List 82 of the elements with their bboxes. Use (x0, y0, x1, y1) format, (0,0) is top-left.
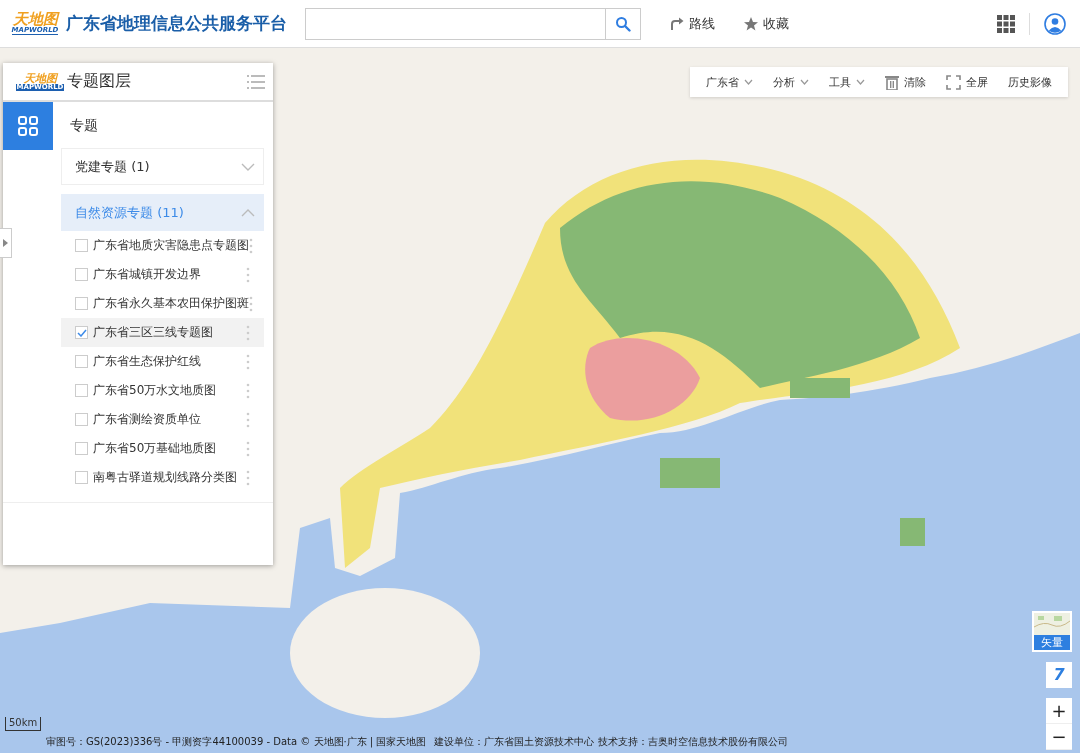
layer-item[interactable]: 广东省城镇开发边界 (61, 260, 264, 289)
basemap-label: 矢量 (1034, 635, 1070, 650)
favorites-link[interactable]: 收藏 (743, 14, 789, 33)
triangle-right-icon (3, 239, 8, 247)
fullscreen-icon (946, 74, 961, 90)
more-dots-icon (249, 295, 253, 312)
layer-item[interactable]: 广东省测绘资质单位 (61, 405, 264, 434)
site-title: 广东省地理信息公共服务平台 (66, 12, 287, 35)
layer-label: 广东省50万基础地质图 (93, 440, 218, 457)
apps-grid-button[interactable] (995, 12, 1017, 35)
more-dots-icon (246, 266, 250, 283)
more-dots-icon (246, 411, 250, 428)
attribution-text: 建设单位：广东省国土资源技术中心 技术支持：吉奥时空信息技术股份有限公司 (434, 735, 788, 749)
list-menu-button[interactable] (247, 74, 265, 89)
checkbox[interactable] (75, 268, 88, 281)
layer-item[interactable]: 广东省永久基本农田保护图斑 (61, 289, 264, 318)
more-dots-icon (246, 353, 250, 370)
dropdown-button[interactable]: 广东省 (696, 67, 763, 97)
theme-tab[interactable] (3, 102, 53, 150)
layer-item[interactable]: 广东省50万基础地质图 (61, 434, 264, 463)
user-icon (1044, 12, 1066, 35)
dropdown-button[interactable]: 分析 (763, 67, 819, 97)
layer-label: 广东省地质灾害隐患点专题图 (93, 237, 249, 254)
basemap-switcher[interactable]: 矢量 (1032, 611, 1072, 652)
star-icon (743, 15, 759, 32)
zoom-level-indicator: 7 (1046, 662, 1072, 688)
toolbar-button[interactable]: 清除 (875, 67, 936, 97)
layer-label: 广东省三区三线专题图 (93, 324, 214, 341)
layer-label: 广东省50万水文地质图 (93, 382, 218, 399)
category-label: 党建专题 (1) (75, 157, 150, 176)
category-label: 自然资源专题 (11) (75, 203, 184, 222)
layer-label: 广东省生态保护红线 (93, 353, 202, 370)
layer-item[interactable]: 广东省地质灾害隐患点专题图 (61, 231, 264, 260)
category-header[interactable]: 党建专题 (1) (61, 148, 264, 185)
route-arrow-icon (669, 15, 685, 32)
dropdown-button[interactable]: 工具 (819, 67, 875, 97)
layer-label: 广东省城镇开发边界 (93, 266, 202, 283)
more-dots-icon (246, 469, 250, 486)
toolbar-button[interactable]: 历史影像 (998, 67, 1062, 97)
checkbox[interactable] (75, 239, 88, 252)
layer-label: 南粤古驿道规划线路分类图 (93, 469, 238, 486)
grid-icon (997, 14, 1015, 33)
chevron-down-icon (744, 79, 753, 85)
collapse-handle[interactable] (0, 228, 12, 258)
map-thumbnail-icon (1034, 613, 1070, 635)
checkbox[interactable] (75, 442, 88, 455)
search-button[interactable] (605, 7, 641, 40)
layer-item[interactable]: 南粤古驿道规划线路分类图 (61, 463, 264, 492)
chevron-up-icon (241, 208, 255, 217)
chevron-down-icon (800, 79, 809, 85)
checkbox[interactable] (75, 413, 88, 426)
more-dots-icon (246, 440, 250, 457)
logo-text: 天地图 (23, 72, 57, 84)
checkbox[interactable] (75, 384, 88, 397)
more-dots-icon (246, 324, 250, 341)
checkbox[interactable] (75, 326, 88, 339)
logo-text: 天地图 (12, 12, 58, 27)
more-dots-icon (246, 382, 250, 399)
toolbar-button[interactable]: 全屏 (936, 67, 998, 97)
layer-label: 广东省测绘资质单位 (93, 411, 202, 428)
section-heading: 专题 (69, 116, 99, 135)
list-icon (247, 74, 265, 89)
trash-icon (885, 74, 899, 90)
checkbox[interactable] (75, 471, 88, 484)
panel-title: 专题图层 (67, 71, 132, 92)
search-field[interactable] (305, 7, 605, 40)
grid-icon (18, 116, 38, 136)
user-button[interactable] (1042, 10, 1068, 37)
layer-label: 广东省永久基本农田保护图斑 (93, 295, 249, 312)
checkbox[interactable] (75, 297, 88, 310)
layer-item[interactable]: 广东省50万水文地质图 (61, 376, 264, 405)
route-link[interactable]: 路线 (669, 14, 715, 33)
chevron-down-icon (241, 162, 255, 171)
layer-item[interactable]: 广东省生态保护红线 (61, 347, 264, 376)
checkbox[interactable] (75, 355, 88, 368)
scale-bar: 50km (5, 717, 42, 731)
search-icon (615, 15, 631, 32)
attribution-text: 审图号：GS(2023)336号 - 甲测资字44100039 - Data © 天地图·广东 | 国家天地图 (46, 735, 427, 749)
checkmark-icon (76, 328, 87, 337)
chevron-down-icon (856, 79, 865, 85)
more-dots-icon (249, 237, 253, 254)
layer-item[interactable]: 广东省三区三线专题图 (61, 318, 264, 347)
